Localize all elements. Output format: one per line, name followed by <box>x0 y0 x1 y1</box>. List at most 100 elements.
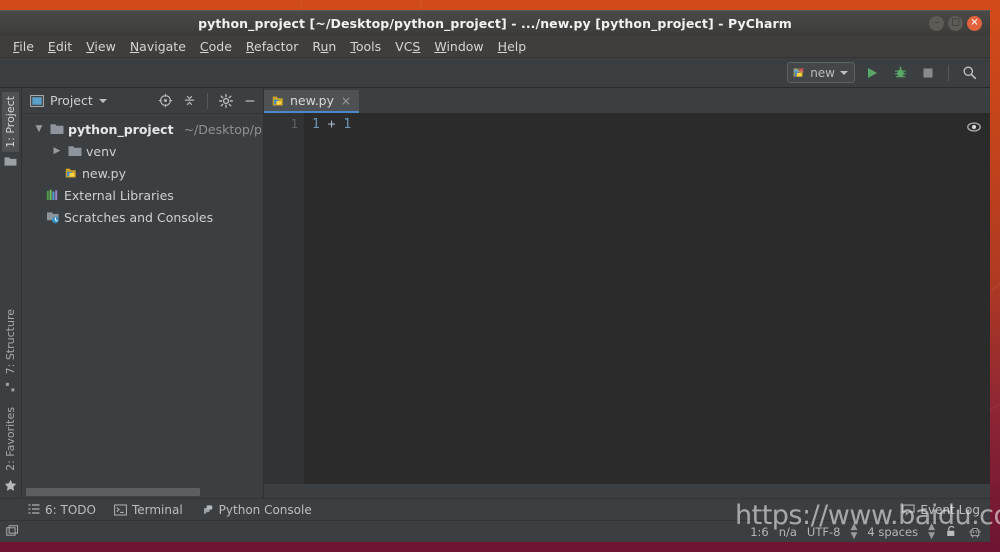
chevron-down-icon <box>840 71 848 75</box>
folder-icon <box>4 156 17 167</box>
tree-node-external-libraries[interactable]: External Libraries <box>22 184 263 206</box>
caret-position[interactable]: 1:6 <box>750 525 769 539</box>
menu-item-run[interactable]: Run <box>305 37 343 56</box>
tree-node-label: External Libraries <box>64 188 174 203</box>
indent-setting[interactable]: 4 spaces <box>867 525 918 539</box>
tree-node-new-py[interactable]: new.py <box>22 162 263 184</box>
project-stripe-label: 1: Project <box>4 96 17 148</box>
tab-new-py[interactable]: new.py × <box>264 90 359 113</box>
bottom-item-label: Python Console <box>219 503 312 517</box>
indent-stepper-icon[interactable]: ▲▼ <box>928 523 935 541</box>
pycharm-window: python_project [~/Desktop/python_project… <box>0 10 990 542</box>
close-button[interactable]: ✕ <box>967 16 982 31</box>
tree-node-label: Scratches and Consoles <box>64 210 213 225</box>
project-view-chevron-down-icon[interactable] <box>99 99 107 103</box>
sidebar-item-favorites[interactable]: 2: Favorites <box>2 403 19 475</box>
project-tool-window: Project <box>22 88 264 498</box>
libraries-icon <box>46 189 60 202</box>
structure-icon <box>5 382 16 393</box>
favorites-stripe-label: 2: Favorites <box>4 407 17 471</box>
project-panel-title: Project <box>50 93 93 108</box>
tree-node-venv[interactable]: ▶ venv <box>22 140 263 162</box>
todo-icon <box>28 504 40 515</box>
folder-icon <box>68 145 82 157</box>
tree-node-python-project[interactable]: ▼ python_project ~/Desktop/p <box>22 118 263 140</box>
scrollbar-thumb[interactable] <box>26 488 200 496</box>
close-icon: ✕ <box>970 18 978 28</box>
menu-item-code[interactable]: Code <box>193 37 239 56</box>
stop-button[interactable] <box>917 62 939 84</box>
sidebar-item-project[interactable]: 1: Project <box>2 92 19 152</box>
project-horizontal-scrollbar[interactable] <box>22 486 263 498</box>
menu-item-view[interactable]: View <box>79 37 123 56</box>
bottom-item-terminal[interactable]: Terminal <box>114 503 183 517</box>
code-token-number-left: 1 <box>312 117 320 132</box>
workspace: 1: Project 7: Structure <box>0 88 990 498</box>
minimize-button[interactable]: – <box>929 16 944 31</box>
scroll-from-source-icon[interactable] <box>156 92 174 110</box>
project-view-icon <box>30 95 44 107</box>
folder-icon <box>50 123 64 135</box>
line-separator[interactable]: n/a <box>779 525 797 539</box>
line-number: 1 <box>264 117 298 131</box>
read-write-lock-icon[interactable] <box>945 525 958 538</box>
gear-icon[interactable] <box>217 92 235 110</box>
menu-item-window[interactable]: Window <box>427 37 490 56</box>
python-file-icon <box>271 94 285 108</box>
code-token-operator: + <box>320 117 343 132</box>
file-encoding[interactable]: UTF-8 <box>807 525 841 539</box>
memory-indicator-icon[interactable] <box>6 525 19 538</box>
inspection-eye-icon[interactable] <box>966 119 982 135</box>
main-toolbar: new <box>0 58 990 88</box>
menu-item-navigate[interactable]: Navigate <box>123 37 193 56</box>
tree-node-label: new.py <box>82 166 126 181</box>
menu-item-edit[interactable]: Edit <box>41 37 79 56</box>
menu-item-help[interactable]: Help <box>491 37 534 56</box>
line-number-gutter: 1 <box>264 113 304 484</box>
menu-item-file[interactable]: File <box>6 37 41 56</box>
minimize-icon: – <box>934 19 939 28</box>
chevron-expanded-icon[interactable]: ▼ <box>32 124 46 134</box>
tab-close-icon[interactable]: × <box>341 94 351 108</box>
maximize-button[interactable]: □ <box>948 16 963 31</box>
project-header-divider <box>207 93 208 109</box>
star-icon <box>4 479 17 492</box>
project-tree[interactable]: ▼ python_project ~/Desktop/p ▶ venv <box>22 114 263 486</box>
tree-node-label: python_project <box>68 122 174 137</box>
menu-item-tools[interactable]: Tools <box>343 37 388 56</box>
menu-item-refactor[interactable]: Refactor <box>239 37 305 56</box>
chevron-collapsed-icon[interactable]: ▶ <box>50 146 64 156</box>
menu-item-vcs[interactable]: VCS <box>388 37 427 56</box>
toolbar-divider <box>948 65 949 81</box>
bottom-item-python-console[interactable]: Python Console <box>201 503 312 517</box>
tree-node-scratches-and-consoles[interactable]: Scratches and Consoles <box>22 206 263 228</box>
menu-bar: File Edit View Navigate Code Refactor Ru… <box>0 36 990 58</box>
search-icon[interactable] <box>958 62 980 84</box>
python-file-icon <box>792 66 805 79</box>
project-panel-header: Project <box>22 88 263 114</box>
code-token-number-right: 1 <box>343 117 351 132</box>
run-configuration-selector[interactable]: new <box>787 62 855 83</box>
desktop-background: python_project [~/Desktop/python_project… <box>0 0 1000 552</box>
maximize-icon: □ <box>951 19 960 28</box>
code-editor[interactable]: 1 1 + 1 <box>264 113 990 484</box>
bottom-tool-stripe: 6: TODO Terminal <box>0 498 990 520</box>
python-file-icon <box>64 166 78 180</box>
sidebar-item-structure[interactable]: 7: Structure <box>2 305 19 378</box>
structure-stripe-label: 7: Structure <box>4 309 17 374</box>
bottom-item-todo[interactable]: 6: TODO <box>28 503 96 517</box>
editor-bottom-spacer <box>264 484 990 498</box>
event-log-button[interactable]: Event Log <box>902 503 990 517</box>
hide-panel-icon[interactable] <box>241 92 259 110</box>
bottom-item-label: Terminal <box>132 503 183 517</box>
window-title: python_project [~/Desktop/python_project… <box>198 16 792 31</box>
editor-region: new.py × 1 1 + 1 <box>264 88 990 498</box>
code-text-area[interactable]: 1 + 1 <box>304 113 990 484</box>
debug-button[interactable] <box>889 62 911 84</box>
collapse-all-icon[interactable] <box>180 92 198 110</box>
inspection-icon[interactable] <box>968 525 982 539</box>
code-line-1: 1 + 1 <box>312 117 990 132</box>
encoding-stepper-icon[interactable]: ▲▼ <box>850 523 857 541</box>
event-log-label: Event Log <box>920 503 980 517</box>
run-button[interactable] <box>861 62 883 84</box>
